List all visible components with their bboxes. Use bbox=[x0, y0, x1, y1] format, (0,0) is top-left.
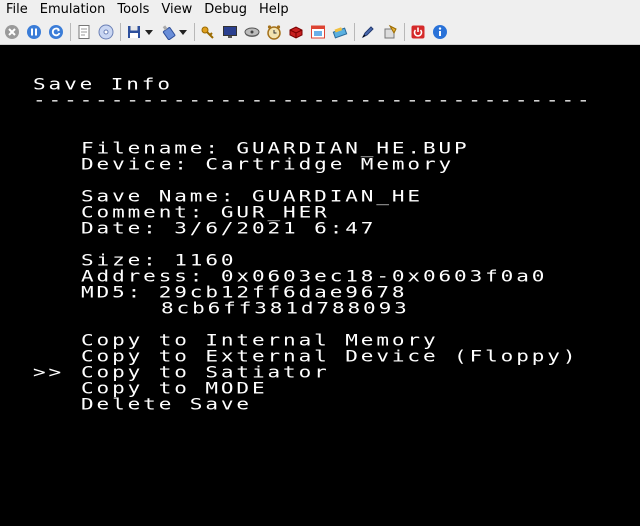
size-line: Size: 1160 bbox=[81, 250, 237, 270]
screen-title: Save Info bbox=[33, 74, 173, 94]
menu-file[interactable]: File bbox=[0, 0, 34, 20]
selection-cursor: >> bbox=[33, 362, 65, 382]
usb-drive-icon[interactable] bbox=[159, 23, 177, 41]
toolbar-separator bbox=[194, 23, 195, 41]
chevron-down-icon[interactable] bbox=[145, 29, 153, 35]
date-line: Date: 3/6/2021 6:47 bbox=[81, 218, 377, 238]
option-copy-mode[interactable]: Copy to MODE bbox=[81, 380, 268, 396]
menu-debug[interactable]: Debug bbox=[198, 0, 253, 20]
save-name-line: Save Name: GUARDIAN_HE bbox=[81, 186, 423, 206]
clock-icon[interactable] bbox=[265, 23, 283, 41]
chevron-down-icon[interactable] bbox=[179, 29, 187, 35]
device-line: Device: Cartridge Memory bbox=[81, 154, 455, 174]
option-delete-save[interactable]: Delete Save bbox=[81, 396, 252, 412]
close-circle-icon[interactable] bbox=[3, 23, 21, 41]
toolbar-separator bbox=[70, 23, 71, 41]
menu-view[interactable]: View bbox=[155, 0, 198, 20]
emulator-screen[interactable]: Save Info ------------------------------… bbox=[0, 46, 640, 526]
toolbar-separator bbox=[354, 23, 355, 41]
floppy-save-icon[interactable] bbox=[125, 23, 143, 41]
menu-help[interactable]: Help bbox=[253, 0, 295, 20]
info-icon[interactable] bbox=[431, 23, 449, 41]
title-divider: ------------------------------------ bbox=[33, 90, 593, 110]
document-icon[interactable] bbox=[75, 23, 93, 41]
toolbar-separator bbox=[404, 23, 405, 41]
md5-line-continued: 8cb6ff381d788093 bbox=[161, 298, 410, 318]
package-icon[interactable] bbox=[381, 23, 399, 41]
toolbar-separator bbox=[120, 23, 121, 41]
menu-bar: File Emulation Tools View Debug Help bbox=[0, 0, 640, 20]
power-icon[interactable] bbox=[409, 23, 427, 41]
md5-line: MD5: 29cb12ff6dae9678 bbox=[81, 282, 408, 302]
chip-icon[interactable] bbox=[331, 23, 349, 41]
address-line: Address: 0x0603ec18-0x0603f0a0 bbox=[81, 266, 548, 286]
comment-line: Comment: GUR_HER bbox=[81, 202, 330, 222]
cd-drive-icon[interactable] bbox=[243, 23, 261, 41]
cartridge-icon[interactable] bbox=[287, 23, 305, 41]
monitor-icon[interactable] bbox=[221, 23, 239, 41]
option-copy-satiator[interactable]: Copy to Satiator bbox=[81, 364, 330, 380]
option-copy-internal[interactable]: Copy to Internal Memory bbox=[81, 332, 439, 348]
menu-tools[interactable]: Tools bbox=[111, 0, 155, 20]
window-icon[interactable] bbox=[309, 23, 327, 41]
filename-line: Filename: GUARDIAN_HE.BUP bbox=[81, 138, 470, 158]
disc-icon[interactable] bbox=[97, 23, 115, 41]
refresh-circle-icon[interactable] bbox=[47, 23, 65, 41]
pause-circle-icon[interactable] bbox=[25, 23, 43, 41]
key-icon[interactable] bbox=[199, 23, 217, 41]
option-copy-external[interactable]: Copy to External Device (Floppy) bbox=[81, 348, 578, 364]
menu-emulation[interactable]: Emulation bbox=[34, 0, 112, 20]
pen-icon[interactable] bbox=[359, 23, 377, 41]
toolbar bbox=[0, 20, 640, 45]
